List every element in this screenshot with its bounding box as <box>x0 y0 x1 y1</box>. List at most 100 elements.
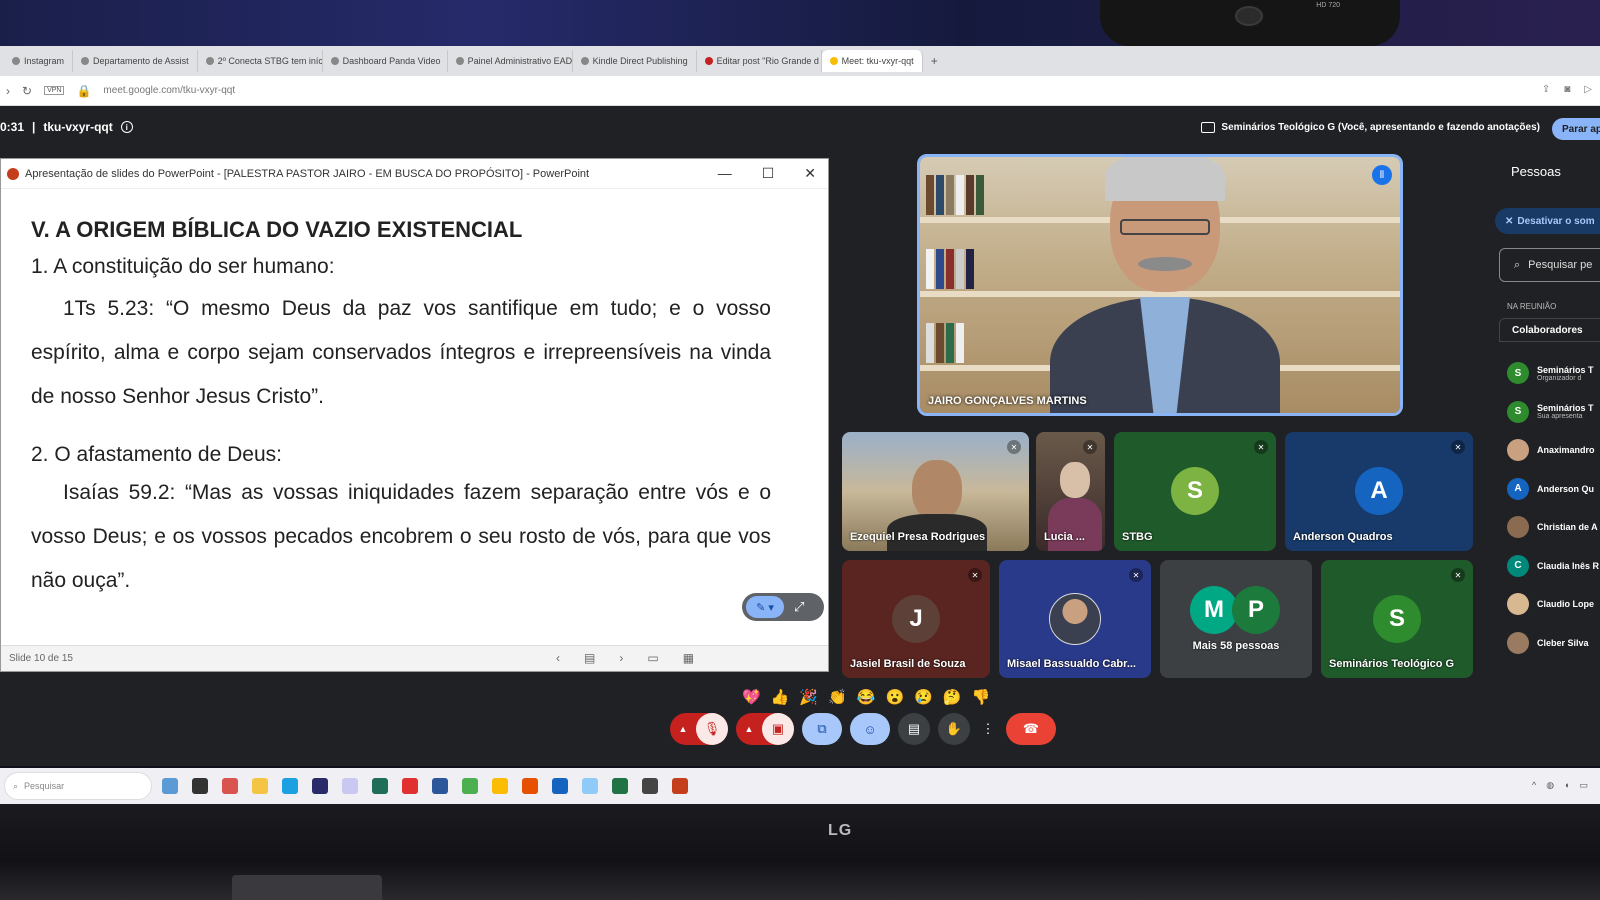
leave-call-button[interactable]: ☎ <box>1006 713 1056 745</box>
tab-conecta[interactable]: 2º Conecta STBG tem iníc <box>198 50 323 72</box>
stop-presenting-button[interactable]: Parar ap <box>1552 118 1600 140</box>
reload-icon[interactable]: ↻ <box>22 84 32 98</box>
grid-view-icon[interactable]: ▦ <box>683 651 694 665</box>
app-icon[interactable] <box>522 778 538 794</box>
info-icon[interactable]: i <box>120 121 133 133</box>
camera-icon[interactable]: ◙ <box>1564 84 1570 95</box>
present-screen-button[interactable]: ⧉ <box>802 713 842 745</box>
taskbar-search[interactable]: ⌕ Pesquisar <box>4 772 152 800</box>
list-item[interactable]: Cleber Silva <box>1507 624 1599 663</box>
list-item[interactable]: S Seminários T Sua apresenta <box>1507 393 1599 432</box>
premiere-icon[interactable] <box>312 778 328 794</box>
reaction-thumbs-up[interactable]: 👍 <box>771 688 790 706</box>
volume-icon[interactable]: ◖ <box>1564 780 1569 791</box>
annotation-pen-icon[interactable]: ✎ ▾ <box>746 596 784 618</box>
task-view-icon[interactable] <box>192 778 208 794</box>
tab-dashboard-panda[interactable]: Dashboard Panda Video <box>323 50 448 72</box>
reaction-surprised[interactable]: 😮 <box>885 688 904 706</box>
url-field[interactable]: meet.google.com/tku-vxyr-qqt <box>103 85 235 96</box>
next-slide-icon[interactable]: › <box>619 651 623 665</box>
list-item[interactable]: Anaximandro <box>1507 431 1599 470</box>
people-search-input[interactable]: ⌕ Pesquisar pe <box>1499 248 1600 282</box>
tab-departamento[interactable]: Departamento de Assist <box>73 50 198 72</box>
tab-kindle[interactable]: Kindle Direct Publishing <box>573 50 697 72</box>
reaction-heart[interactable]: 💖 <box>742 688 761 706</box>
camera-off-button[interactable]: ▣ <box>762 713 794 745</box>
participant-tile-jasiel[interactable]: J ✕ Jasiel Brasil de Souza <box>842 560 990 678</box>
reading-view-icon[interactable]: ▭ <box>647 651 658 665</box>
opera-icon[interactable] <box>402 778 418 794</box>
vpn-badge[interactable]: VPN <box>44 86 65 95</box>
more-participants-tile[interactable]: M P Mais 58 pessoas <box>1160 560 1312 678</box>
list-item[interactable]: S Seminários T Organizador d <box>1507 354 1599 393</box>
participant-tile-misael[interactable]: ✕ Misael Bassualdo Cabr... <box>999 560 1151 678</box>
list-item[interactable]: C Claudia Inês R <box>1507 547 1599 586</box>
captions-button[interactable]: ▤ <box>898 713 930 745</box>
battery-icon[interactable]: ▭ <box>1579 780 1588 791</box>
participant-tile-seminarios[interactable]: S ✕ Seminários Teológico G <box>1321 560 1473 678</box>
edge-icon[interactable] <box>282 778 298 794</box>
avatar: A <box>1507 477 1529 500</box>
share-icon[interactable]: ⇪ <box>1542 84 1550 95</box>
slide-view-icon[interactable]: ▤ <box>584 651 595 665</box>
tab-favicon-icon <box>455 57 464 65</box>
app-icon[interactable] <box>342 778 358 794</box>
powerpoint-title: Apresentação de slides do PowerPoint - [… <box>25 167 590 180</box>
play-icon[interactable]: ▷ <box>1584 84 1592 95</box>
chrome-profile-icon[interactable] <box>492 778 508 794</box>
participant-name: Ezequiel Presa Rodrigues <box>850 531 986 543</box>
more-options-icon[interactable]: ⋮ <box>978 713 998 745</box>
previous-slide-icon[interactable]: ‹ <box>556 651 560 665</box>
search-icon: ⌕ <box>1514 258 1521 271</box>
forward-icon[interactable]: › <box>6 84 10 98</box>
list-item[interactable]: Christian de A <box>1507 508 1599 547</box>
maximize-icon[interactable]: ☐ <box>762 165 775 182</box>
list-item[interactable]: Claudio Lope <box>1507 585 1599 624</box>
tab-painel-ead[interactable]: Painel Administrativo EAD <box>448 50 573 72</box>
app-icon[interactable] <box>642 778 658 794</box>
monitor-brand-logo: LG <box>828 822 853 839</box>
app-icon[interactable] <box>372 778 388 794</box>
meet-window: 0:31 | tku-vxyr-qqt i Seminários Teológi… <box>0 106 1600 766</box>
widget-icon[interactable] <box>162 778 178 794</box>
participant-tile-ezequiel[interactable]: ✕ Ezequiel Presa Rodrigues <box>842 432 1029 551</box>
reactions-button[interactable]: ☺ <box>850 713 890 745</box>
file-explorer-icon[interactable] <box>252 778 268 794</box>
reaction-clap[interactable]: 👏 <box>828 688 847 706</box>
powerpoint-taskbar-icon[interactable] <box>672 778 688 794</box>
photos-icon[interactable] <box>582 778 598 794</box>
reaction-party[interactable]: 🎉 <box>799 688 818 706</box>
mic-off-icon: ✕ <box>1505 215 1514 227</box>
camera-options-chevron-icon[interactable]: ▲ <box>736 713 762 745</box>
raise-hand-button[interactable]: ✋ <box>938 713 970 745</box>
chrome-icon[interactable] <box>462 778 478 794</box>
list-item[interactable]: A Anderson Qu <box>1507 470 1599 509</box>
mic-off-icon: ✕ <box>1083 440 1097 454</box>
mic-off-button[interactable]: 🎙 <box>696 713 728 745</box>
word-icon[interactable] <box>432 778 448 794</box>
app-icon[interactable] <box>552 778 568 794</box>
collaborators-group[interactable]: Colaboradores <box>1499 318 1600 342</box>
reaction-laugh[interactable]: 😂 <box>857 688 876 706</box>
tab-meet[interactable]: Meet: tku-vxyr-qqt <box>821 50 923 72</box>
excel-icon[interactable] <box>612 778 628 794</box>
tab-instagram[interactable]: Instagram <box>4 50 74 72</box>
minimize-icon[interactable]: — <box>718 165 732 182</box>
mute-all-button[interactable]: ✕ Desativar o som <box>1495 208 1600 234</box>
expand-icon[interactable]: ⤢ <box>794 599 804 615</box>
speaker-tile[interactable]: ⦀ JAIRO GONÇALVES MARTINS <box>917 154 1403 416</box>
network-icon[interactable]: ◍ <box>1546 780 1554 791</box>
tab-editar-post[interactable]: Editar post "Rio Grande d <box>697 50 822 72</box>
reaction-sad[interactable]: 😢 <box>914 688 933 706</box>
lock-icon[interactable]: 🔒 <box>76 84 91 98</box>
reaction-thinking[interactable]: 🤔 <box>943 688 962 706</box>
mic-options-chevron-icon[interactable]: ▲ <box>670 713 696 745</box>
weather-icon[interactable] <box>222 778 238 794</box>
participant-tile-lucia[interactable]: ✕ Lucia ... <box>1036 432 1105 551</box>
new-tab-button[interactable]: + <box>923 54 946 68</box>
reaction-thumbs-down[interactable]: 👎 <box>972 688 991 706</box>
tray-chevron-icon[interactable]: ^ <box>1532 780 1536 791</box>
participant-tile-anderson[interactable]: A ✕ Anderson Quadros <box>1285 432 1473 551</box>
participant-tile-stbg[interactable]: S ✕ STBG <box>1114 432 1276 551</box>
close-icon[interactable]: ✕ <box>804 165 816 182</box>
